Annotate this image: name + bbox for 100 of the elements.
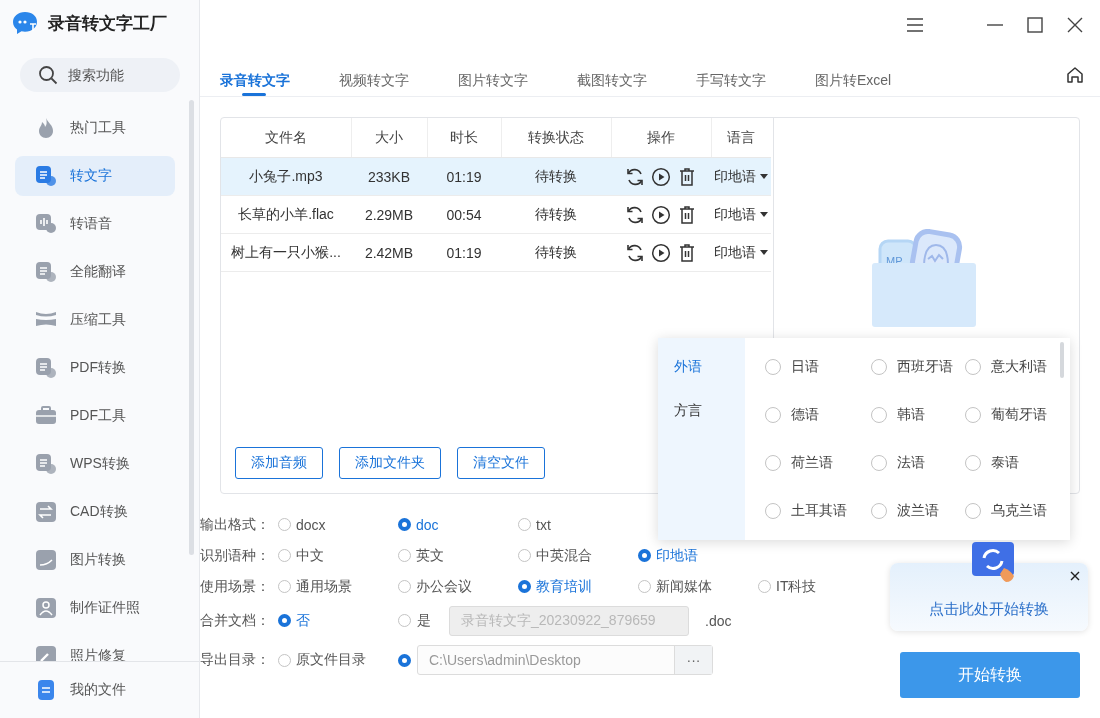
radio-button[interactable]: [965, 407, 982, 423]
radio-button[interactable]: [518, 549, 531, 562]
browse-button[interactable]: ···: [674, 646, 712, 674]
option-text: 土耳其语: [791, 502, 848, 520]
sidebar-item[interactable]: 全能翻译: [15, 252, 175, 292]
delete-icon[interactable]: [677, 166, 697, 187]
option-text: 是: [417, 611, 431, 630]
option-text: 葡萄牙语: [991, 406, 1048, 424]
play-icon[interactable]: [651, 166, 671, 187]
sidebar-item[interactable]: 制作证件照: [15, 588, 175, 628]
tab[interactable]: 视频转文字: [339, 50, 458, 96]
category-tab[interactable]: 外语: [658, 357, 746, 377]
home-icon[interactable]: [1066, 66, 1084, 84]
option-text: 新闻媒体: [656, 577, 712, 596]
refresh-icon[interactable]: [625, 242, 645, 263]
option-label: 识别语种：: [200, 546, 271, 565]
add-button[interactable]: 添加音频: [235, 447, 323, 479]
sidebar-item[interactable]: PDF工具: [15, 396, 175, 436]
document-icon: [35, 261, 57, 283]
tab[interactable]: 录音转文字: [220, 50, 339, 96]
search-field[interactable]: 搜索功能: [20, 58, 180, 92]
refresh-icon[interactable]: [625, 166, 645, 187]
sidebar-item[interactable]: 转语音: [15, 204, 175, 244]
radio-button[interactable]: [398, 580, 411, 593]
radio-button[interactable]: [871, 455, 888, 471]
add-button[interactable]: 添加文件夹: [339, 447, 441, 479]
sidebar-item[interactable]: 我的文件: [15, 670, 175, 710]
play-icon[interactable]: [651, 242, 671, 263]
radio-button[interactable]: [765, 359, 782, 375]
language-dropdown[interactable]: 印地语: [714, 205, 768, 224]
text-field[interactable]: C:\Users\admin\Desktop ···: [417, 645, 713, 675]
radio-button[interactable]: [965, 359, 982, 375]
tab[interactable]: 图片转文字: [458, 50, 577, 96]
sidebar-item[interactable]: 图片转换: [15, 540, 175, 580]
radio-button[interactable]: [398, 549, 411, 562]
tab[interactable]: 手写转文字: [696, 50, 815, 96]
delete-icon[interactable]: [677, 242, 697, 263]
maximize-icon[interactable]: [1026, 16, 1044, 34]
category-tab[interactable]: 方言: [658, 401, 746, 421]
tab[interactable]: 图片转Excel: [815, 50, 934, 96]
option-text: 否: [296, 611, 310, 630]
radio-button[interactable]: [965, 455, 982, 471]
close-icon[interactable]: [1066, 16, 1084, 34]
option-text: 韩语: [897, 406, 926, 424]
radio-button[interactable]: [278, 518, 291, 531]
radio-button[interactable]: [278, 614, 291, 627]
radio-button[interactable]: [638, 580, 651, 593]
document-icon: [35, 165, 57, 187]
option-label: 输出格式：: [200, 515, 271, 534]
radio-button[interactable]: [278, 653, 291, 667]
column-header: 语言: [711, 118, 771, 158]
add-button[interactable]: 清空文件: [457, 447, 545, 479]
option-text: doc: [416, 516, 439, 533]
option-text: docx: [296, 516, 326, 533]
radio-button[interactable]: [278, 580, 291, 593]
column-header: 时长: [427, 118, 501, 158]
sidebar-item[interactable]: 热门工具: [15, 108, 175, 148]
refresh-icon[interactable]: [625, 204, 645, 225]
radio-button[interactable]: [765, 455, 782, 471]
tooltip-text: 点击此处开始转换: [929, 600, 1049, 619]
sidebar-item[interactable]: 转文字: [15, 156, 175, 196]
sidebar-item[interactable]: WPS转换: [15, 444, 175, 484]
menu-icon[interactable]: [906, 16, 924, 34]
option-text: 英文: [416, 546, 444, 565]
option-text: IT科技: [776, 577, 817, 596]
delete-icon[interactable]: [677, 204, 697, 225]
tab[interactable]: 截图转文字: [577, 50, 696, 96]
column-header: 操作: [611, 118, 711, 158]
column-header: 转换状态: [501, 118, 611, 158]
briefcase-icon: [35, 405, 57, 427]
radio-button[interactable]: [518, 580, 531, 593]
radio-button[interactable]: [518, 518, 531, 531]
radio-button[interactable]: [765, 503, 782, 519]
radio-button[interactable]: [765, 407, 782, 423]
sidebar-item[interactable]: PDF转换: [15, 348, 175, 388]
table-cell: 00:54: [427, 195, 501, 234]
radio-button[interactable]: [871, 359, 888, 375]
radio-button[interactable]: [871, 503, 888, 519]
option-text: 办公会议: [416, 577, 472, 596]
language-dropdown[interactable]: 印地语: [714, 243, 768, 262]
sound-wave-icon: [35, 213, 57, 235]
radio-button[interactable]: [638, 549, 651, 562]
radio-button[interactable]: [965, 503, 982, 519]
radio-button[interactable]: [278, 549, 291, 562]
table-cell: 小兔子.mp3: [221, 157, 351, 196]
sidebar-item[interactable]: 压缩工具: [15, 300, 175, 340]
radio-button[interactable]: [758, 580, 771, 593]
sidebar-item[interactable]: CAD转换: [15, 492, 175, 532]
radio-button[interactable]: [871, 407, 888, 423]
option-text: 印地语: [656, 546, 698, 565]
option-text: 西班牙语: [897, 358, 954, 376]
caret-icon: [760, 174, 768, 179]
radio-button[interactable]: [398, 518, 411, 531]
option-text: 波兰语: [897, 502, 940, 520]
radio-button[interactable]: [398, 653, 411, 667]
close-icon[interactable]: [1070, 571, 1080, 581]
radio-button[interactable]: [398, 614, 411, 627]
play-icon[interactable]: [651, 204, 671, 225]
table-cell: 待转换: [501, 157, 611, 196]
option-text: 中英混合: [536, 546, 592, 565]
